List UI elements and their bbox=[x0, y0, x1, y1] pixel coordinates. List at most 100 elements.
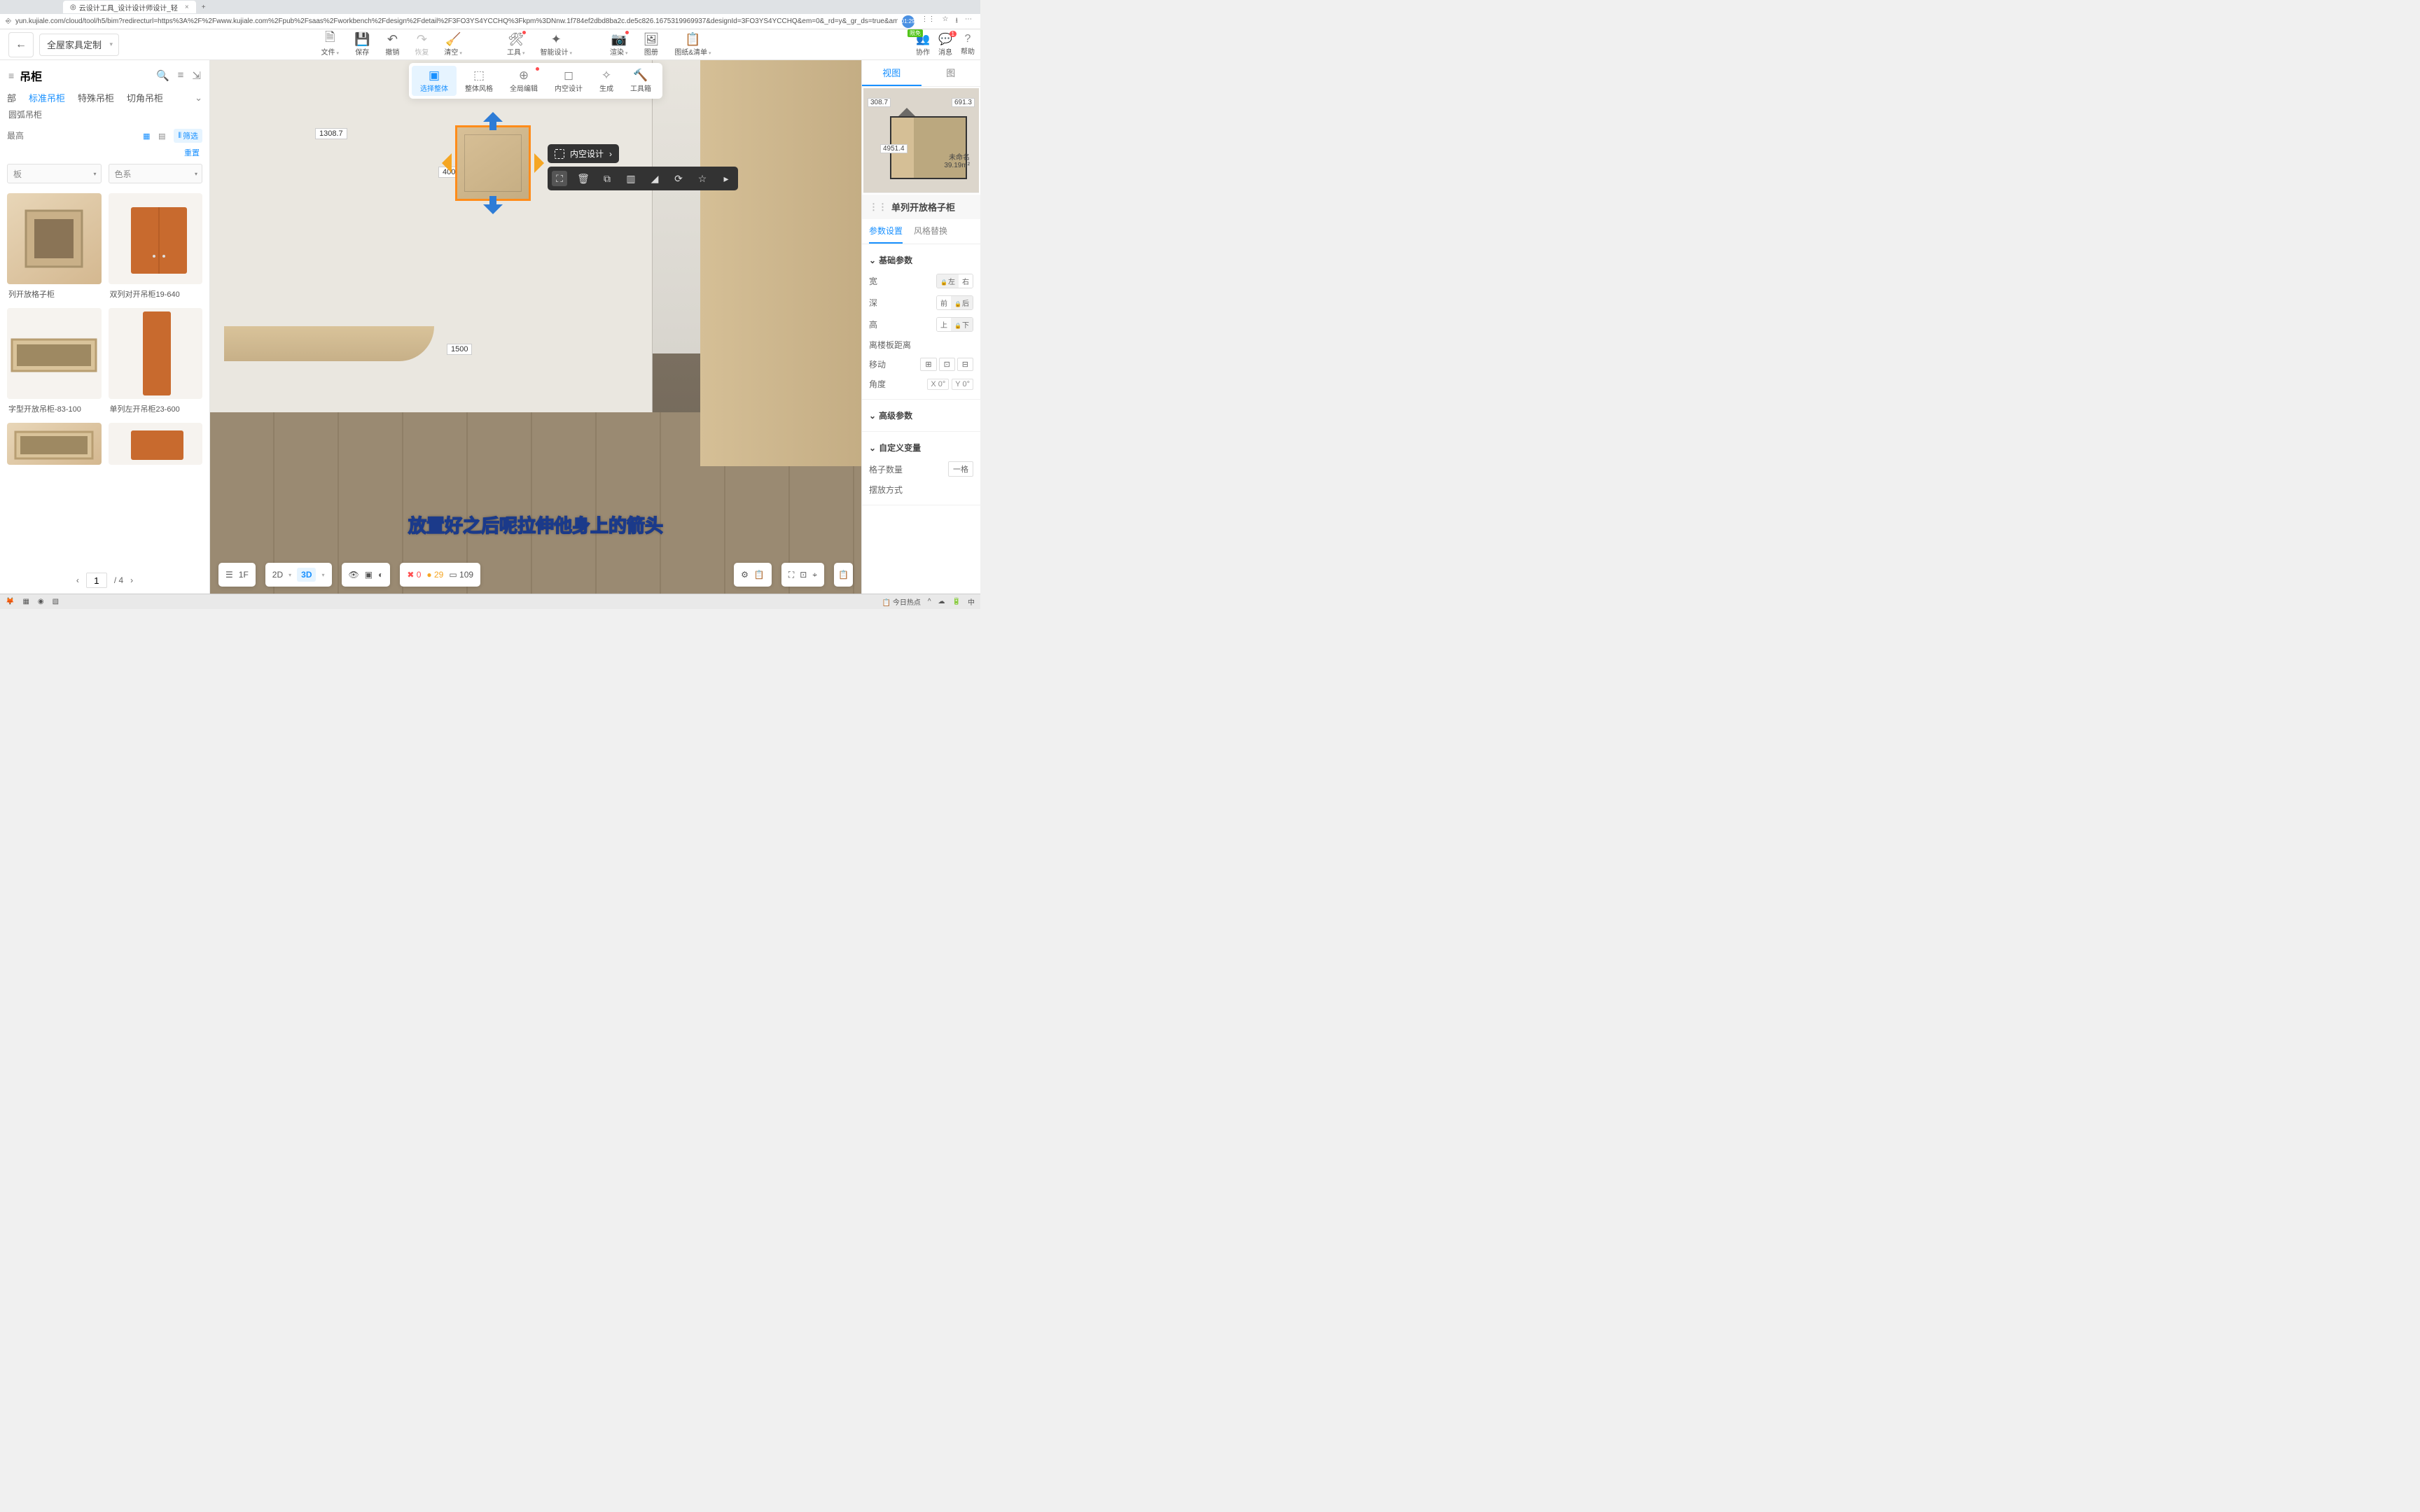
tray-icon[interactable]: ☁ bbox=[938, 598, 945, 606]
height-anchor[interactable]: 上下 bbox=[936, 317, 973, 332]
tray-icon[interactable]: ^ bbox=[928, 598, 931, 606]
collapse-icon[interactable]: ⇲ bbox=[192, 69, 201, 82]
file-button[interactable]: 🗎文件 bbox=[314, 31, 346, 58]
render-button[interactable]: 📷渲染 bbox=[603, 31, 635, 58]
status-chip[interactable]: ✖ 0 ● 29 ▭ 109 bbox=[400, 563, 480, 587]
section-custom[interactable]: ⌄ 自定义变量 bbox=[869, 438, 973, 458]
ime-indicator[interactable]: 中 bbox=[968, 596, 975, 607]
chrome-icon[interactable]: ◉ bbox=[38, 598, 44, 606]
search-icon[interactable]: 🔍 bbox=[156, 69, 169, 82]
tray-icon[interactable]: 🔋 bbox=[952, 598, 961, 606]
screenshot-icon[interactable]: ⛶ bbox=[788, 570, 794, 580]
list-view-icon[interactable]: ≡ bbox=[178, 69, 184, 82]
viewport-3d[interactable]: ▣选择整体 ⬚整体风格 ⊕全局编辑 ◻内空设计 ✧生成 🔨工具箱 1308.7 … bbox=[210, 60, 861, 594]
more-icon[interactable]: ▸ bbox=[718, 171, 734, 186]
news-widget[interactable]: 📋 今日热点 bbox=[882, 596, 921, 607]
expand-icon[interactable]: ⛶ bbox=[552, 171, 567, 186]
tab-params[interactable]: 参数设置 bbox=[869, 219, 903, 244]
collab-button[interactable]: 限免👥协作 bbox=[913, 32, 933, 57]
generate-button[interactable]: ✧生成 bbox=[591, 66, 622, 96]
grid-count-select[interactable]: 一格 bbox=[948, 461, 973, 477]
close-tab-icon[interactable]: × bbox=[185, 4, 189, 11]
minimap[interactable]: 308.7 691.3 4951.4 未命名 39.19m² bbox=[863, 88, 979, 193]
grid-view-icon[interactable]: ▦ bbox=[140, 130, 153, 142]
ai-design-button[interactable]: ✦智能设计 bbox=[533, 31, 579, 58]
stretch-arrow-left[interactable] bbox=[432, 153, 452, 173]
interior-design-button[interactable]: ◻内空设计 bbox=[546, 66, 591, 96]
erase-icon[interactable]: ◢ bbox=[647, 171, 662, 186]
mode-dropdown[interactable]: 全屋家具定制 bbox=[39, 34, 119, 56]
ruler-icon[interactable]: ▥ bbox=[623, 171, 639, 186]
clear-button[interactable]: 🧹清空 bbox=[437, 31, 469, 58]
catalog-item[interactable]: 双列对开吊柜19-640 bbox=[109, 193, 203, 304]
floor-selector[interactable]: ☰1F bbox=[218, 563, 256, 587]
gallery-button[interactable]: 🖼图册 bbox=[636, 31, 666, 58]
color-dropdown[interactable]: 色系 bbox=[109, 164, 203, 183]
tools-button[interactable]: 🛠工具 bbox=[500, 31, 532, 58]
tab-special[interactable]: 特殊吊柜 bbox=[78, 91, 114, 104]
help-button[interactable]: ?帮助 bbox=[958, 33, 978, 56]
profile-avatar[interactable]: 01:29 bbox=[902, 15, 915, 28]
move-axis-icon[interactable]: ⊡ bbox=[939, 358, 955, 371]
browser-tab[interactable]: ◎ 云设计工具_设计设计师设计_轻 × bbox=[63, 1, 196, 13]
toolbox-button[interactable]: 🔨工具箱 bbox=[622, 66, 660, 96]
depth-anchor[interactable]: 前后 bbox=[936, 295, 973, 310]
filter-button[interactable]: ⫴筛选 bbox=[174, 129, 202, 143]
page-input[interactable] bbox=[86, 573, 107, 588]
angle-x-input[interactable]: X 0° bbox=[927, 379, 949, 390]
focus-icon[interactable]: ⌖ bbox=[812, 570, 817, 580]
measure-icon[interactable]: ⊡ bbox=[800, 570, 807, 580]
tab-drawings[interactable]: 图 bbox=[922, 60, 981, 86]
clipboard-button[interactable]: 📋 bbox=[834, 563, 853, 587]
contrast-icon[interactable]: ◐ bbox=[378, 570, 383, 580]
desk-object[interactable] bbox=[224, 326, 434, 361]
settings-chip-2[interactable]: ⛶ ⊡ ⌖ bbox=[781, 563, 824, 587]
cube-icon[interactable]: ▣ bbox=[365, 570, 373, 580]
section-advanced[interactable]: ⌄ 高级参数 bbox=[869, 405, 973, 426]
download-icon[interactable]: ⭳ bbox=[956, 15, 959, 28]
height-input[interactable] bbox=[7, 131, 35, 141]
drawings-button[interactable]: 📋图纸&清单 bbox=[667, 31, 718, 58]
material-dropdown[interactable]: 板 bbox=[7, 164, 102, 183]
address-bar[interactable]: yun.kujiale.com/cloud/tool/h5/bim?redire… bbox=[15, 18, 898, 25]
select-whole-button[interactable]: ▣选择整体 bbox=[412, 66, 457, 96]
delete-icon[interactable]: 🗑 bbox=[576, 171, 591, 186]
chevron-down-icon[interactable]: ⌄ bbox=[195, 92, 202, 104]
view-mode-toggle[interactable]: 2D▾ 3D▾ bbox=[265, 563, 332, 587]
rotate-icon[interactable]: ⟳ bbox=[671, 171, 686, 186]
tab-view[interactable]: 视图 bbox=[862, 60, 922, 86]
tab-all[interactable]: 部 bbox=[7, 91, 16, 104]
catalog-item[interactable]: 列开放格子柜 bbox=[7, 193, 102, 304]
catalog-item[interactable] bbox=[109, 423, 203, 465]
view-3d-button[interactable]: 3D bbox=[297, 568, 316, 582]
view-options[interactable]: 👁 ▣ ◐ bbox=[342, 563, 391, 587]
app-icon[interactable]: 🦊 bbox=[6, 598, 14, 606]
wardrobe-object[interactable] bbox=[700, 60, 861, 466]
reset-link[interactable]: 重置 bbox=[0, 147, 209, 161]
settings-chip-1[interactable]: ⚙📋 bbox=[734, 563, 772, 587]
subcategory-label[interactable]: 圆弧吊柜 bbox=[0, 104, 209, 125]
move-axis-icon[interactable]: ⊟ bbox=[957, 358, 973, 371]
selected-cabinet[interactable] bbox=[455, 125, 531, 201]
overall-style-button[interactable]: ⬚整体风格 bbox=[457, 66, 501, 96]
view-2d-button[interactable]: 2D bbox=[272, 570, 283, 580]
prev-page-icon[interactable]: ‹ bbox=[76, 575, 79, 585]
copy-icon[interactable]: ⧉ bbox=[599, 171, 615, 186]
app-icon[interactable]: ▦ bbox=[22, 598, 29, 606]
tab-style[interactable]: 风格替换 bbox=[914, 219, 947, 244]
context-action-primary[interactable]: 内空设计 › bbox=[548, 144, 619, 163]
width-anchor[interactable]: 左右 bbox=[936, 274, 973, 288]
next-page-icon[interactable]: › bbox=[130, 575, 133, 585]
stretch-arrow-up[interactable] bbox=[483, 102, 503, 122]
drag-handle-icon[interactable]: ⋮⋮ bbox=[869, 202, 887, 213]
catalog-item[interactable]: 字型开放吊柜-83-100 bbox=[7, 308, 102, 419]
global-edit-button[interactable]: ⊕全局编辑 bbox=[501, 66, 546, 96]
angle-y-input[interactable]: Y 0° bbox=[952, 379, 973, 390]
tab-standard[interactable]: 标准吊柜 bbox=[29, 91, 65, 104]
catalog-item[interactable]: 单列左开吊柜23-600 bbox=[109, 308, 203, 419]
bookmark-icon[interactable]: ☆ bbox=[943, 15, 949, 28]
extension-icon[interactable]: ⋮⋮ bbox=[922, 15, 936, 28]
list-view-small-icon[interactable]: ▤ bbox=[155, 130, 168, 142]
new-tab-icon[interactable]: + bbox=[196, 4, 211, 11]
hamburger-icon[interactable]: ≡ bbox=[8, 70, 14, 81]
